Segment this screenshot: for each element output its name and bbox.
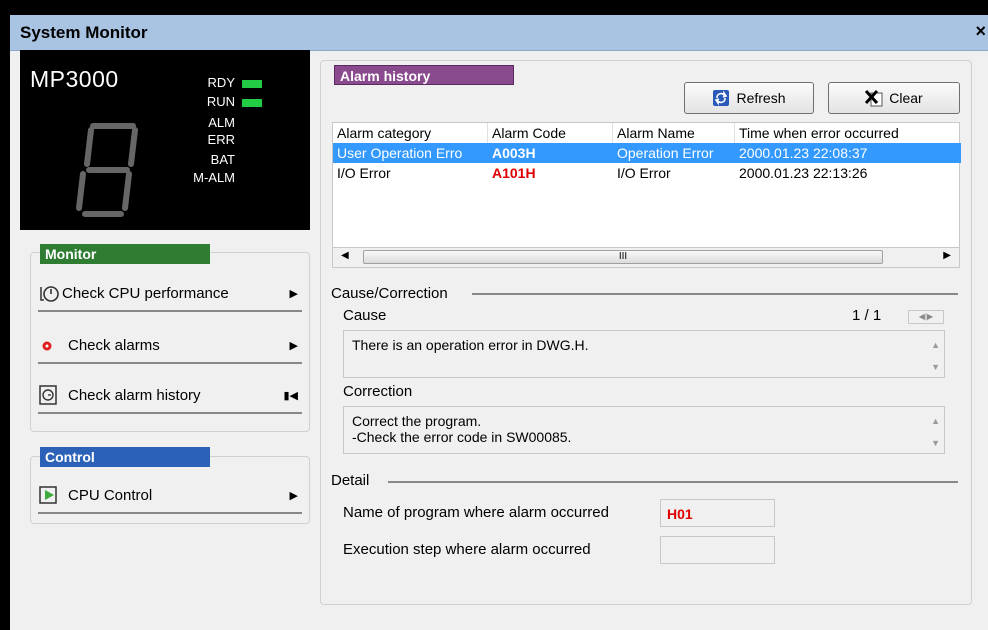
cell-time: 2000.01.23 22:13:26 <box>739 165 868 181</box>
cause-text: There is an operation error in DWG.H. <box>352 337 589 353</box>
correction-label: Correction <box>343 383 413 400</box>
check-alarm-history-label: Check alarm history <box>68 386 201 404</box>
alarm-table: Alarm category Alarm Code Alarm Name Tim… <box>332 122 961 248</box>
table-row[interactable]: User Operation Erro A003H Operation Erro… <box>333 143 961 163</box>
monitor-header: Monitor <box>40 244 210 264</box>
refresh-icon <box>713 90 730 106</box>
scroll-thumb-grip: III <box>618 251 628 262</box>
item-underline <box>38 412 302 414</box>
scroll-up-icon[interactable]: ▲ <box>931 337 940 353</box>
cell-category: I/O Error <box>337 165 391 181</box>
cpu-control-item[interactable]: CPU Control ▶ <box>38 476 302 514</box>
cpu-control-icon <box>39 486 57 504</box>
check-alarms-label: Check alarms <box>68 336 160 354</box>
step-value-field <box>660 536 775 564</box>
control-header: Control <box>40 447 210 467</box>
step-label: Execution step where alarm occurred <box>343 541 591 558</box>
column-header-code[interactable]: Alarm Code <box>488 123 613 143</box>
scroll-down-icon[interactable]: ▼ <box>931 359 940 375</box>
column-header-category[interactable]: Alarm category <box>333 123 488 143</box>
check-alarms-item[interactable]: Check alarms ▶ <box>38 326 302 364</box>
scroll-up-icon[interactable]: ▲ <box>931 413 940 429</box>
detail-title: Detail <box>331 472 370 489</box>
alarm-history-header: Alarm history <box>334 65 514 85</box>
section-divider <box>388 481 958 483</box>
refresh-button[interactable]: Refresh <box>684 82 814 114</box>
back-arrow-icon: ▮◀ <box>283 389 298 402</box>
led-label-run: RUN <box>206 94 235 109</box>
item-underline <box>38 310 302 312</box>
item-underline <box>38 512 302 514</box>
cell-time: 2000.01.23 22:08:37 <box>739 145 868 161</box>
led-label-m-alm: M-ALM <box>193 170 235 185</box>
scroll-down-icon[interactable]: ▼ <box>931 435 940 451</box>
led-label-rdy: RDY <box>207 75 235 90</box>
check-cpu-performance-item[interactable]: Check CPU performance ▶ <box>38 274 302 312</box>
cell-category: User Operation Erro <box>337 145 463 161</box>
table-row[interactable]: I/O Error A101H I/O Error 2000.01.23 22:… <box>333 163 961 183</box>
red-dot-icon <box>42 341 52 351</box>
horizontal-scrollbar[interactable]: ◀ III ▶ <box>332 248 960 268</box>
column-header-time[interactable]: Time when error occurred <box>735 123 961 143</box>
clear-icon <box>865 89 883 107</box>
cpu-control-label: CPU Control <box>68 486 153 504</box>
history-icon <box>39 385 57 405</box>
program-value-field: H01 <box>660 499 775 527</box>
play-arrow-icon: ▶ <box>289 339 298 352</box>
check-cpu-performance-label: Check CPU performance <box>62 284 229 302</box>
section-divider <box>472 293 958 295</box>
stopwatch-icon <box>40 286 59 302</box>
table-header-row: Alarm category Alarm Code Alarm Name Tim… <box>333 123 961 143</box>
page-indicator: 1 / 1 <box>852 307 882 324</box>
refresh-label: Refresh <box>736 90 786 106</box>
cause-label: Cause <box>343 307 387 324</box>
cell-name: I/O Error <box>617 165 671 181</box>
play-arrow-icon: ▶ <box>289 489 298 502</box>
scroll-thumb[interactable]: III <box>363 250 883 264</box>
scroll-left-icon[interactable]: ◀ <box>341 250 349 261</box>
led-label-alm: ALM <box>208 115 235 130</box>
cell-code: A101H <box>492 165 536 181</box>
cell-name: Operation Error <box>617 145 714 161</box>
led-label-bat: BAT <box>210 152 235 167</box>
cause-correction-title: Cause/Correction <box>331 285 448 302</box>
item-underline <box>38 362 302 364</box>
seven-segment-display <box>76 123 138 217</box>
rdy-led <box>242 80 262 88</box>
cause-textbox[interactable]: There is an operation error in DWG.H. ▲ … <box>343 330 945 378</box>
program-label: Name of program where alarm occurred <box>343 504 609 521</box>
clear-button[interactable]: Clear <box>828 82 960 114</box>
correction-line-1: Correct the program. <box>352 413 482 429</box>
model-name: MP3000 <box>30 66 119 92</box>
play-arrow-icon: ▶ <box>289 287 298 300</box>
cpu-status-panel: MP3000 RDY RUN ALM ERR BAT M-ALM <box>20 50 310 230</box>
column-header-name[interactable]: Alarm Name <box>613 123 735 143</box>
led-label-err: ERR <box>207 132 235 147</box>
clear-label: Clear <box>889 90 923 106</box>
window-title: System Monitor <box>20 23 148 42</box>
check-alarm-history-item[interactable]: Check alarm history ▮◀ <box>38 376 302 414</box>
scroll-right-icon[interactable]: ▶ <box>943 250 951 261</box>
page-nav-icon[interactable]: ◀|▶ <box>908 310 944 324</box>
correction-line-2: -Check the error code in SW00085. <box>352 429 572 445</box>
correction-textbox[interactable]: Correct the program. -Check the error co… <box>343 406 945 454</box>
close-button[interactable]: × <box>975 21 986 42</box>
cell-code: A003H <box>492 145 536 161</box>
title-bar: System Monitor × <box>10 15 988 51</box>
run-led <box>242 99 262 107</box>
